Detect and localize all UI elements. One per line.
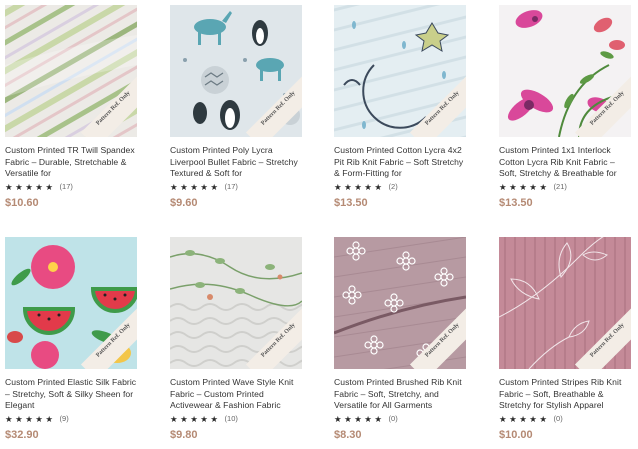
product-card[interactable]: Pattern Ref. Only Custom Printed Cotton … [334,5,466,210]
product-price: $13.50 [499,197,533,209]
product-title[interactable]: Custom Printed Wave Style Knit Fabric – … [170,377,302,412]
product-title[interactable]: Custom Printed Brushed Rib Knit Fabric –… [334,377,466,412]
product-price: $10.60 [5,197,39,209]
product-rating: ★★★★★ (0) [499,414,631,424]
product-card[interactable]: Pattern Ref. Only Custom Printed Elastic… [5,237,137,442]
product-title[interactable]: Custom Printed Cotton Lycra 4x2 Pit Rib … [334,145,466,180]
product-grid: Pattern Ref. Only Custom Printed TR Twil… [0,0,638,449]
product-card[interactable]: Pattern Ref. Only Custom Printed TR Twil… [5,5,137,210]
product-card[interactable]: Pattern Ref. Only Custom Printed Poly Ly… [170,5,302,210]
product-price: $9.80 [170,429,198,441]
product-title[interactable]: Custom Printed Elastic Silk Fabric – Str… [5,377,137,412]
review-count: (17) [59,182,73,191]
product-image[interactable]: Pattern Ref. Only [499,5,631,137]
product-image[interactable]: Pattern Ref. Only [170,237,302,369]
star-icon: ★★★★★ [499,182,550,192]
review-count: (0) [553,414,563,423]
product-rating: ★★★★★ (9) [5,414,137,424]
product-rating: ★★★★★ (2) [334,182,466,192]
product-rating: ★★★★★ (17) [5,182,137,192]
product-card[interactable]: Pattern Ref. Only Custom Printed Brushed… [334,237,466,442]
product-title[interactable]: Custom Printed Stripes Rib Knit Fabric –… [499,377,631,412]
product-image[interactable]: Pattern Ref. Only [170,5,302,137]
review-count: (2) [388,182,398,191]
product-image[interactable]: Pattern Ref. Only [334,5,466,137]
star-icon: ★★★★★ [170,182,221,192]
star-icon: ★★★★★ [5,414,56,424]
product-image[interactable]: Pattern Ref. Only [5,237,137,369]
product-title[interactable]: Custom Printed 1x1 Interlock Cotton Lycr… [499,145,631,180]
review-count: (10) [224,414,238,423]
product-image[interactable]: Pattern Ref. Only [5,5,137,137]
product-price: $8.30 [334,429,362,441]
product-price: $9.60 [170,197,198,209]
star-icon: ★★★★★ [499,414,550,424]
product-title[interactable]: Custom Printed TR Twill Spandex Fabric –… [5,145,137,180]
star-icon: ★★★★★ [334,182,385,192]
review-count: (21) [553,182,567,191]
product-card[interactable]: Pattern Ref. Only Custom Printed Stripes… [499,237,631,442]
star-icon: ★★★★★ [5,182,56,192]
product-image[interactable]: Pattern Ref. Only [499,237,631,369]
product-price: $10.00 [499,429,533,441]
star-icon: ★★★★★ [170,414,221,424]
product-rating: ★★★★★ (21) [499,182,631,192]
star-icon: ★★★★★ [334,414,385,424]
review-count: (9) [59,414,69,423]
product-rating: ★★★★★ (17) [170,182,302,192]
product-card[interactable]: Pattern Ref. Only Custom Printed Wave St… [170,237,302,442]
product-image[interactable]: Pattern Ref. Only [334,237,466,369]
review-count: (0) [388,414,398,423]
product-title[interactable]: Custom Printed Poly Lycra Liverpool Bull… [170,145,302,180]
product-price: $13.50 [334,197,368,209]
product-rating: ★★★★★ (0) [334,414,466,424]
review-count: (17) [224,182,238,191]
product-price: $32.90 [5,429,39,441]
product-card[interactable]: Pattern Ref. Only Custom Printed 1x1 Int… [499,5,631,210]
product-rating: ★★★★★ (10) [170,414,302,424]
